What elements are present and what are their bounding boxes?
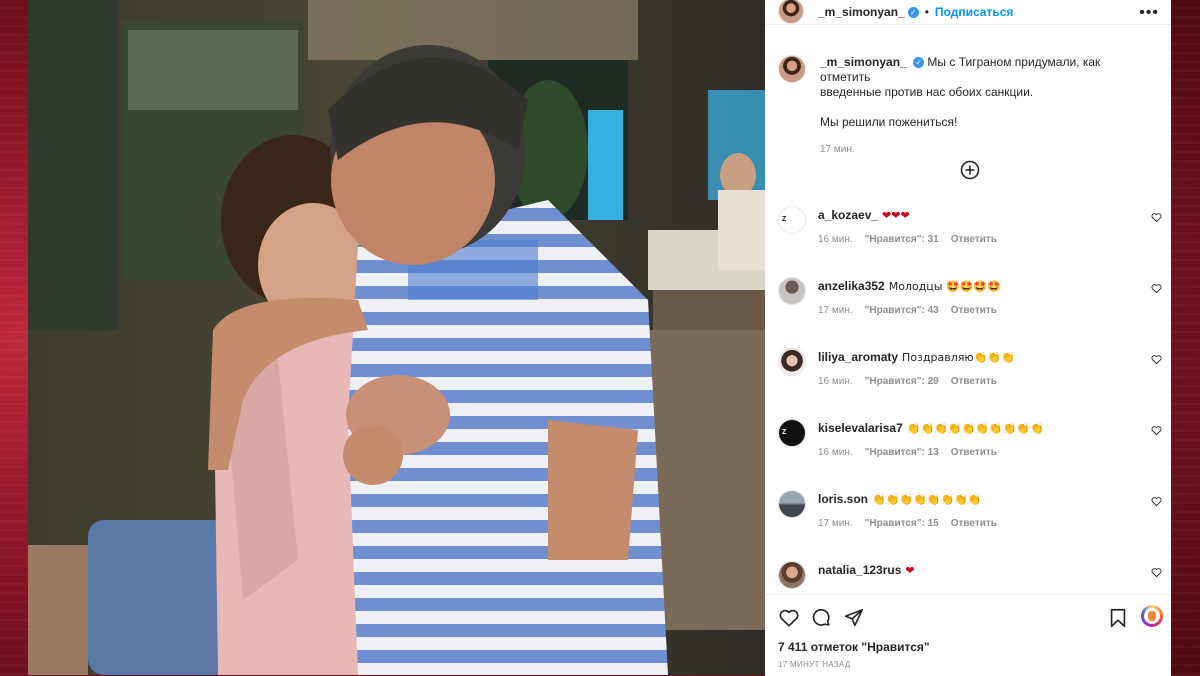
comment-text: ❤❤❤ [882, 209, 910, 222]
comment-likes-count[interactable]: "Нравится": 29 [865, 376, 939, 387]
caption-text-line2: введенные против нас обоих санкции. [820, 85, 1034, 99]
comment-avatar[interactable] [778, 561, 806, 589]
comment-likes-count[interactable]: "Нравится": 31 [865, 234, 939, 245]
instagram-post: _m_simonyan_ ✓ • Подписаться ••• _m_simo… [28, 0, 1171, 676]
comment-item: loris.son 👏👏👏👏👏👏👏👏 17 мин. "Нравится": 15 О… [778, 490, 1164, 550]
more-options-icon[interactable]: ••• [1139, 4, 1159, 22]
reply-button[interactable]: Ответить [951, 376, 997, 387]
reply-button[interactable]: Ответить [951, 234, 997, 245]
comment-username[interactable]: natalia_123rus [818, 563, 901, 577]
comment-text: ❤ [905, 564, 915, 577]
owner-avatar[interactable] [778, 0, 804, 24]
comment-text: Молодцы 🤩🤩🤩🤩 [888, 280, 1001, 293]
comment-username[interactable]: anzelika352 [818, 279, 885, 293]
post-header: _m_simonyan_ ✓ • Подписаться ••• [765, 0, 1171, 25]
post-actions: 7 411 отметок "Нравится" 17 минут назад [765, 594, 1171, 676]
reply-button[interactable]: Ответить [951, 305, 997, 316]
comment-time: 16 мин. [818, 234, 853, 245]
comment-likes-count[interactable]: "Нравится": 43 [865, 305, 939, 316]
comment-avatar[interactable]: Z [778, 419, 806, 447]
caption-username[interactable]: _m_simonyan_ [820, 55, 907, 69]
post-caption: _m_simonyan_ ✓ Мы с Тиграном придумали, … [778, 55, 1148, 157]
comment-item: anzelika352 Молодцы 🤩🤩🤩🤩 17 мин. "Нравится… [778, 277, 1164, 337]
likes-count[interactable]: 7 411 отметок "Нравится" [778, 640, 930, 654]
verified-badge-icon: ✓ [907, 6, 919, 18]
comment-avatar[interactable] [778, 348, 806, 376]
photo-scene [28, 0, 765, 675]
follow-button[interactable]: Подписаться [935, 5, 1013, 19]
owner-username[interactable]: _m_simonyan_ [818, 5, 905, 19]
caption-owner-avatar[interactable] [778, 55, 806, 83]
comment-time: 16 мин. [818, 447, 853, 458]
comment-item: Z kiselevalarisa7 👏👏👏👏👏👏👏👏👏👏 16 мин. "Нрав… [778, 419, 1164, 479]
z-badge-icon: Z [782, 216, 787, 223]
post-side-panel: _m_simonyan_ ✓ • Подписаться ••• _m_simo… [765, 0, 1171, 676]
post-photo [28, 0, 765, 675]
comment-text: Поздравляю👏👏👏 [902, 351, 1015, 364]
heart-icon[interactable] [1151, 567, 1162, 578]
extension-badge-icon[interactable] [1141, 605, 1163, 627]
bookmark-icon[interactable] [1107, 607, 1129, 629]
separator-dot: • [924, 5, 929, 19]
z-badge-icon: Z [782, 429, 787, 436]
comment-likes-count[interactable]: "Нравится": 13 [865, 447, 939, 458]
heart-icon[interactable] [1151, 354, 1162, 365]
comment-username[interactable]: a_kozaev_ [818, 208, 878, 222]
comment-icon[interactable] [810, 607, 832, 629]
heart-icon[interactable] [1151, 283, 1162, 294]
comment-time: 17 мин. [818, 305, 853, 316]
comment-item: liliya_aromaty Поздравляю👏👏👏 16 мин. "Нрав… [778, 348, 1164, 408]
reply-button[interactable]: Ответить [951, 447, 997, 458]
post-timestamp: 17 минут назад [778, 660, 851, 669]
comment-time: 17 мин. [818, 518, 853, 529]
paper-plane-icon[interactable] [843, 607, 865, 629]
heart-icon[interactable] [778, 607, 800, 629]
caption-text-line3: Мы решили пожениться! [820, 115, 958, 129]
comment-text: 👏👏👏👏👏👏👏👏👏👏 [906, 422, 1044, 435]
comment-username[interactable]: kiselevalarisa7 [818, 421, 903, 435]
comment-text: 👏👏👏👏👏👏👏👏 [872, 493, 982, 506]
comment-avatar[interactable] [778, 277, 806, 305]
comment-avatar[interactable] [778, 490, 806, 518]
heart-icon[interactable] [1151, 212, 1162, 223]
plus-circle-icon[interactable] [960, 160, 980, 180]
comment-likes-count[interactable]: "Нравится": 15 [865, 518, 939, 529]
comment-item: Z a_kozaev_ ❤❤❤ 16 мин. "Нравится": 31 Отве… [778, 206, 1164, 266]
heart-icon[interactable] [1151, 425, 1162, 436]
reply-button[interactable]: Ответить [951, 518, 997, 529]
caption-time: 17 мин. [820, 144, 855, 155]
comment-username[interactable]: liliya_aromaty [818, 350, 898, 364]
comment-time: 16 мин. [818, 376, 853, 387]
heart-icon[interactable] [1151, 496, 1162, 507]
comment-avatar[interactable]: Z [778, 206, 806, 234]
verified-badge-icon: ✓ [913, 57, 925, 68]
comment-username[interactable]: loris.son [818, 492, 868, 506]
